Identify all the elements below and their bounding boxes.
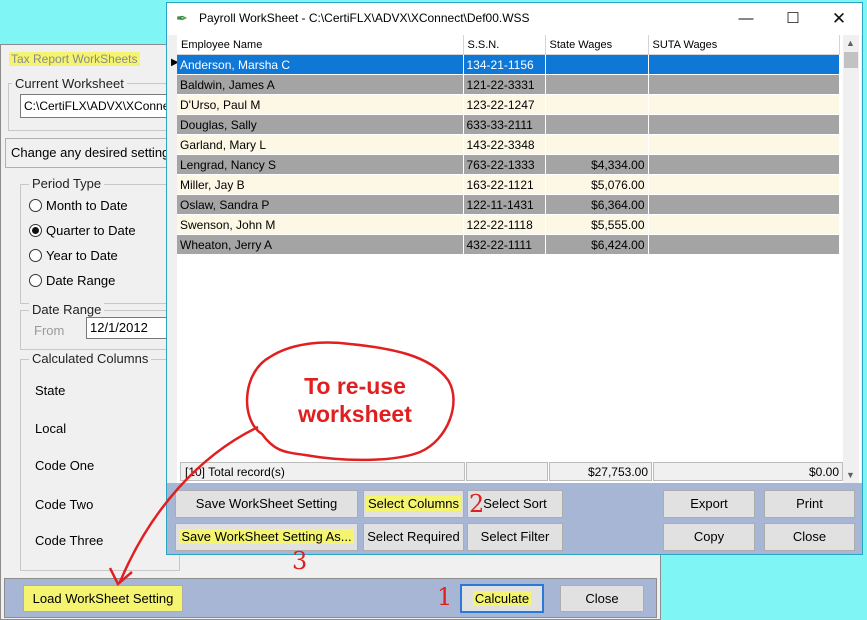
annotation-step-2: 2 (469, 490, 485, 518)
annotation-layer (108, 341, 455, 586)
annotation-arrow (118, 425, 259, 583)
annotation-step-3: 3 (292, 547, 308, 575)
annotation-text: To re-use worksheet (298, 373, 412, 427)
arrow-head-icon (108, 567, 133, 586)
annotation-step-1: 1 (437, 583, 453, 611)
